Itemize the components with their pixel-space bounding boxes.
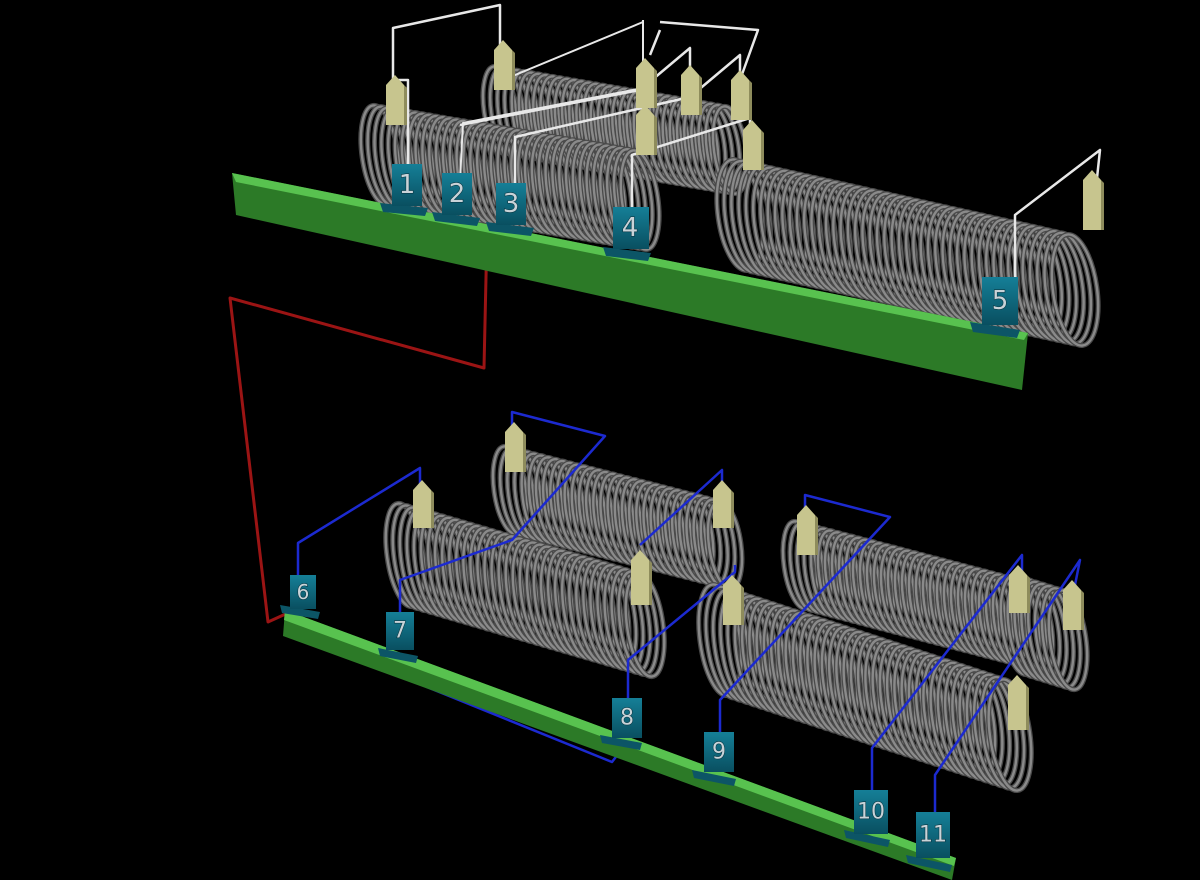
terminal-post-15 xyxy=(1009,565,1030,613)
terminal-label-3: 3 xyxy=(503,189,520,219)
terminal-label-8: 8 xyxy=(620,706,634,731)
terminal-post-7 xyxy=(743,120,764,170)
terminal-6: 6 xyxy=(280,575,320,619)
white-wire-2b xyxy=(502,21,644,81)
terminal-label-11: 11 xyxy=(919,823,947,848)
terminal-label-9: 9 xyxy=(712,740,726,765)
terminal-post-14 xyxy=(797,505,818,555)
terminal-post-16 xyxy=(1063,580,1084,630)
terminal-label-4: 4 xyxy=(622,213,639,243)
terminal-post-8 xyxy=(1083,170,1104,230)
terminal-post-11 xyxy=(713,480,734,528)
terminal-label-6: 6 xyxy=(297,580,310,604)
terminal-post-1 xyxy=(386,75,407,125)
white-wire-6 xyxy=(659,20,760,81)
terminal-post-2 xyxy=(494,40,515,90)
terminal-9: 9 xyxy=(692,732,736,786)
terminal-label-10: 10 xyxy=(857,800,885,825)
terminal-label-7: 7 xyxy=(393,619,407,644)
terminal-post-10 xyxy=(505,422,526,472)
terminal-post-4 xyxy=(681,65,702,115)
terminal-post-13 xyxy=(723,575,744,625)
coil-wiring-diagram: 1 2 3 4 5 6 7 8 9 10 11 xyxy=(228,3,1104,880)
terminal-post-17 xyxy=(1008,675,1029,730)
terminal-label-5: 5 xyxy=(992,286,1009,316)
terminal-label-1: 1 xyxy=(399,170,416,200)
terminal-post-3 xyxy=(636,58,657,108)
white-wire-5 xyxy=(648,29,662,56)
terminal-8: 8 xyxy=(600,698,642,750)
terminal-1: 1 xyxy=(380,164,428,216)
terminal-label-2: 2 xyxy=(449,179,466,209)
terminal-7: 7 xyxy=(378,612,418,663)
terminal-post-9 xyxy=(413,480,434,528)
terminal-post-5 xyxy=(731,70,752,120)
